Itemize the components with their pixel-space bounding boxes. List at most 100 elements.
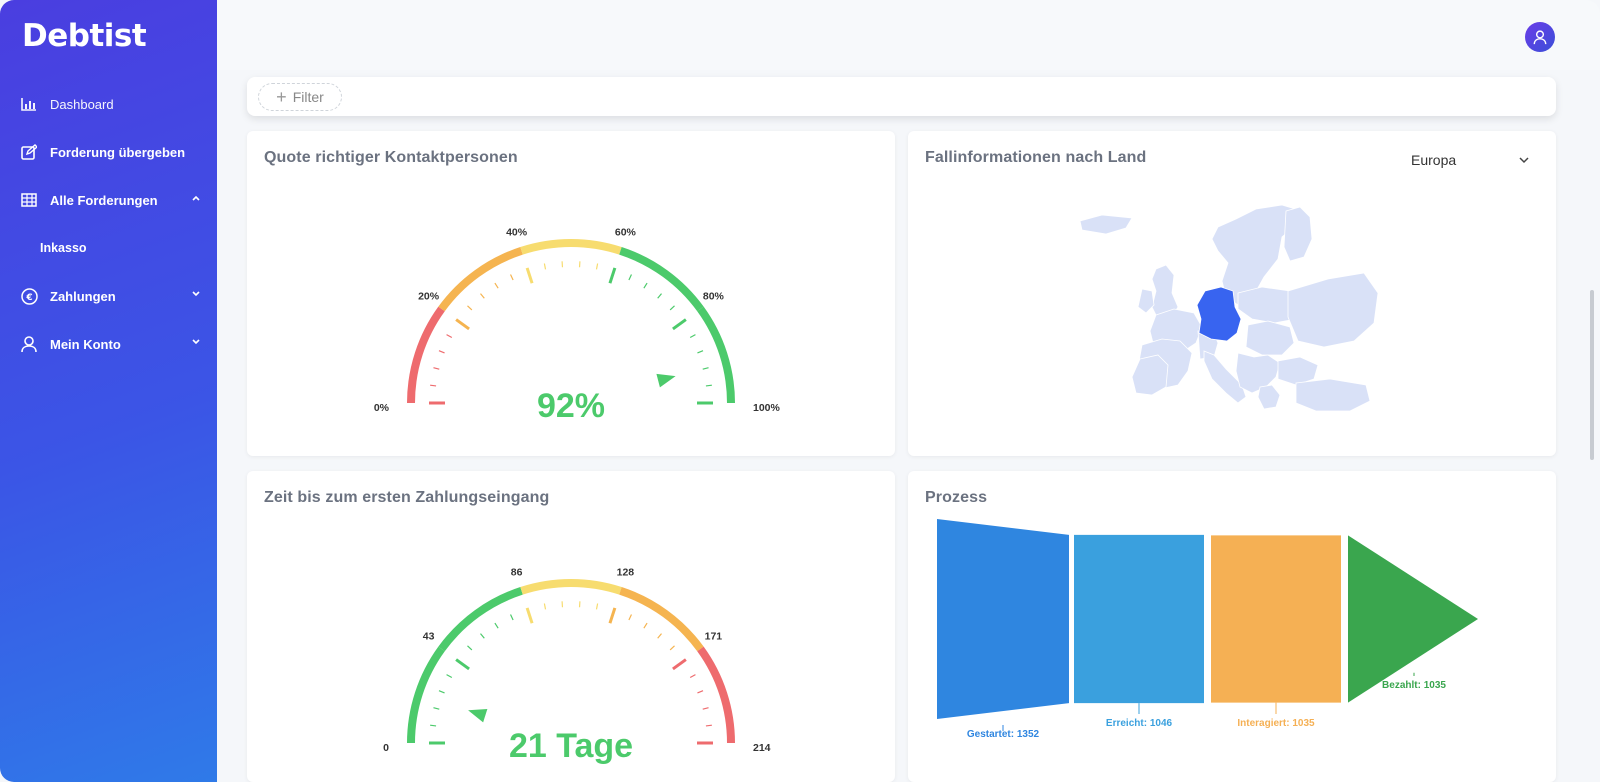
gauge-tick xyxy=(525,267,534,284)
gauge-tick xyxy=(430,384,437,387)
gauge-tick-label: 128 xyxy=(617,567,635,579)
funnel-stage[interactable] xyxy=(937,519,1069,719)
map-country[interactable] xyxy=(1137,288,1155,314)
map-country[interactable] xyxy=(1131,354,1169,396)
edit-icon xyxy=(20,143,38,161)
gauge-tick-label: 80% xyxy=(703,291,725,303)
contact-quota-card: Quote richtiger Kontaktpersonen 0% 20% 40%… xyxy=(247,131,895,456)
gauge-segment xyxy=(619,587,704,652)
map-country[interactable] xyxy=(1245,320,1295,356)
map-country[interactable] xyxy=(1079,214,1133,235)
sidebar: Debtist Dashboard Forderung übergeben Al… xyxy=(0,0,217,782)
sidebar-item-label: Inkasso xyxy=(40,241,87,255)
gauge-tick xyxy=(672,658,687,671)
table-icon xyxy=(20,191,38,209)
sidebar-item-alle-forderungen[interactable]: Alle Forderungen xyxy=(0,176,217,224)
gauge-value: 21 Tage xyxy=(509,727,633,765)
gauge-tick xyxy=(525,607,534,624)
avatar[interactable] xyxy=(1525,22,1555,52)
gauge-tick xyxy=(595,263,599,270)
gauge-tick xyxy=(628,274,633,281)
gauge-tick-label: 60% xyxy=(615,227,637,239)
payment-time-gauge: 0 43 86 128 171 214 21 Tage xyxy=(383,567,771,765)
gauge-segment xyxy=(407,306,445,404)
gauge-tick xyxy=(509,274,514,281)
gauge-tick xyxy=(494,282,499,289)
plus-icon: + xyxy=(276,87,287,107)
filter-label: Filter xyxy=(292,89,324,105)
sidebar-item-label: Zahlungen xyxy=(50,288,116,304)
gauge-segment xyxy=(697,306,735,404)
funnel-stage-label: Bezahlt: 1035 xyxy=(1382,680,1446,691)
gauge-tick-label: 171 xyxy=(705,631,723,643)
gauge-tick xyxy=(689,334,696,339)
gauge-tick xyxy=(608,267,617,284)
gauge-tick xyxy=(595,603,599,610)
gauge-tick xyxy=(672,318,687,331)
payment-time-card: Zeit bis zum ersten Zahlungseingang 0 43 8… xyxy=(247,471,895,782)
gauge-segment xyxy=(520,579,622,595)
map-country[interactable] xyxy=(1295,378,1371,412)
sidebar-item-zahlungen[interactable]: € Zahlungen xyxy=(0,272,217,320)
funnel-stage-label: Interagiert: 1035 xyxy=(1237,718,1315,729)
gauge-tick xyxy=(455,658,470,671)
filter-bar: + Filter xyxy=(247,77,1556,116)
gauge-tick xyxy=(433,707,440,710)
scrollbar[interactable] xyxy=(1590,290,1594,460)
gauge-tick xyxy=(455,318,470,331)
chevron-up-icon[interactable] xyxy=(191,193,201,203)
gauge-tick xyxy=(446,674,453,679)
chevron-down-icon[interactable] xyxy=(191,289,201,299)
sidebar-item-label: Forderung übergeben xyxy=(50,144,186,160)
gauge-tick xyxy=(509,614,514,621)
gauge-tick xyxy=(657,293,662,299)
gauge-tick xyxy=(467,305,473,311)
funnel-stage-label: Gestartet: 1352 xyxy=(967,729,1040,740)
sidebar-item-label: Dashboard xyxy=(50,96,114,112)
chart-icon xyxy=(20,95,38,113)
funnel-stage[interactable] xyxy=(1348,535,1478,703)
contact-quota-gauge: 0% 20% 40% 60% 80% 100% 92% xyxy=(374,227,781,425)
process-card: Prozess Gestartet: 1352 Erreicht: 1046 Int… xyxy=(908,471,1556,782)
sidebar-item-forderung-uebergeben[interactable]: Forderung übergeben xyxy=(0,128,217,176)
gauge-tick xyxy=(480,633,485,639)
filter-button[interactable]: + Filter xyxy=(258,83,342,111)
user-icon xyxy=(20,335,38,353)
gauge-pointer xyxy=(468,709,488,723)
gauge-pointer xyxy=(656,373,676,388)
europe-map xyxy=(1079,204,1379,412)
funnel-stage[interactable] xyxy=(1074,534,1204,704)
gauge-tick xyxy=(494,622,499,629)
user-icon xyxy=(1533,29,1547,44)
gauge-tick-label: 0 xyxy=(383,742,389,754)
sidebar-item-dashboard[interactable]: Dashboard xyxy=(0,80,217,128)
gauge-tick xyxy=(446,334,453,339)
gauge-tick xyxy=(438,350,445,354)
sidebar-item-label: Mein Konto xyxy=(50,336,121,352)
gauge-segment xyxy=(520,239,622,255)
sidebar-item-mein-konto[interactable]: Mein Konto xyxy=(0,320,217,368)
euro-icon: € xyxy=(20,287,38,305)
gauge-value: 92% xyxy=(537,387,605,425)
gauge-tick-label: 100% xyxy=(753,402,781,414)
app-logo[interactable]: Debtist xyxy=(22,18,147,54)
gauge-tick xyxy=(643,622,648,629)
gauge-tick xyxy=(669,645,675,651)
gauge-tick xyxy=(643,282,648,289)
process-funnel: Gestartet: 1352 Erreicht: 1046 Interagiert… xyxy=(937,519,1478,740)
sidebar-item-inkasso[interactable]: Inkasso xyxy=(0,224,217,272)
gauge-segment xyxy=(697,646,735,744)
gauge-segment xyxy=(438,587,523,652)
map-country[interactable] xyxy=(1283,206,1313,262)
gauge-tick xyxy=(628,614,633,621)
gauge-tick xyxy=(702,367,709,370)
map-country[interactable] xyxy=(1287,272,1379,348)
funnel-stage[interactable] xyxy=(1211,535,1341,703)
gauge-tick xyxy=(467,645,473,651)
sidebar-nav: Dashboard Forderung übergeben Alle Forde… xyxy=(0,80,217,368)
map-country[interactable] xyxy=(1257,384,1281,410)
gauge-tick xyxy=(705,724,712,727)
chevron-down-icon[interactable] xyxy=(191,337,201,347)
gauge-tick-label: 40% xyxy=(506,227,528,239)
gauge-tick-label: 20% xyxy=(418,291,440,303)
